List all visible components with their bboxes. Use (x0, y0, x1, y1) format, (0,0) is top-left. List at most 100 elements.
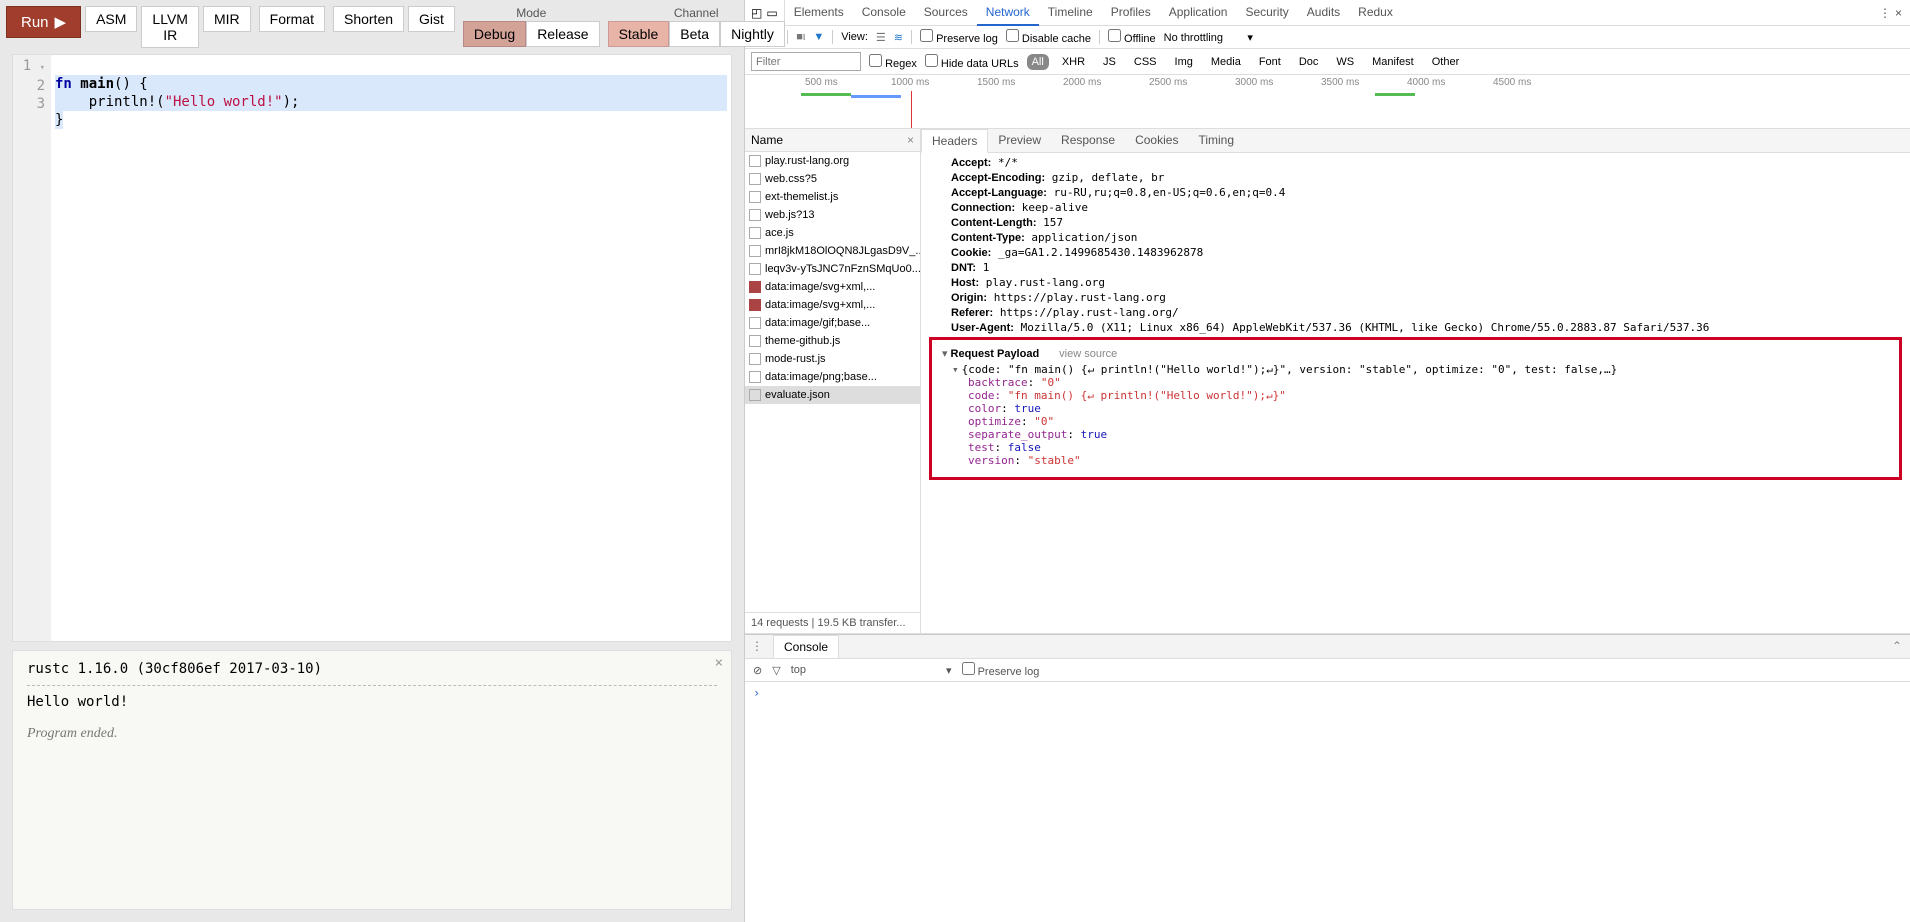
detail-tab-timing[interactable]: Timing (1188, 129, 1244, 152)
filter-css[interactable]: CSS (1129, 54, 1162, 70)
close-detail[interactable]: × (907, 133, 914, 147)
regex-check[interactable]: Regex (869, 54, 917, 70)
code-area[interactable]: fn main() { println!("Hello world!");} (51, 55, 731, 641)
request-item[interactable]: data:image/svg+xml,... (745, 296, 920, 314)
filter-img[interactable]: Img (1170, 54, 1198, 70)
filter-icon[interactable]: ▼ (813, 31, 824, 43)
request-item[interactable]: data:image/png;base... (745, 368, 920, 386)
name-header[interactable]: Name (751, 133, 783, 147)
filter-media[interactable]: Media (1206, 54, 1246, 70)
mir-button[interactable]: MIR (203, 6, 251, 32)
tab-elements[interactable]: Elements (785, 0, 853, 26)
view-list-icon[interactable]: ☰ (876, 31, 886, 44)
mode-group: Debug Release (463, 21, 600, 47)
tab-application[interactable]: Application (1160, 0, 1237, 26)
tab-timeline[interactable]: Timeline (1039, 0, 1102, 26)
request-item[interactable]: mode-rust.js (745, 350, 920, 368)
devtools-top: ◰ ▭ Elements Console Sources Network Tim… (745, 0, 1910, 26)
view-source-link[interactable]: view source (1059, 348, 1117, 360)
filter-font[interactable]: Font (1254, 54, 1286, 70)
gist-button[interactable]: Gist (408, 6, 455, 32)
request-item[interactable]: data:image/gif;base... (745, 314, 920, 332)
throttle-select[interactable]: No throttling ▾ (1164, 31, 1253, 44)
request-item[interactable]: leqv3v-yTsJNC7nFznSMqUo0... (745, 260, 920, 278)
request-item[interactable]: web.css?5 (745, 170, 920, 188)
asm-button[interactable]: ASM (85, 6, 137, 32)
offline-check[interactable]: Offline (1108, 29, 1156, 45)
request-item[interactable]: theme-github.js (745, 332, 920, 350)
play-icon: ▶ (55, 13, 67, 31)
filter-all[interactable]: All (1027, 54, 1049, 70)
filter-ws[interactable]: WS (1331, 54, 1359, 70)
format-button[interactable]: Format (259, 6, 325, 32)
console-body[interactable]: › (745, 682, 1910, 922)
tab-audits[interactable]: Audits (1298, 0, 1349, 26)
rustc-version: rustc 1.16.0 (30cf806ef 2017-03-10) (27, 661, 717, 677)
tab-security[interactable]: Security (1236, 0, 1297, 26)
toolbar: Run ▶ ASM LLVM IR MIR Format Shorten Gis… (0, 0, 744, 54)
detail-tab-preview[interactable]: Preview (988, 129, 1051, 152)
capture-icon[interactable]: ■ι (796, 31, 805, 43)
detail-tab-cookies[interactable]: Cookies (1125, 129, 1188, 152)
detail-tab-response[interactable]: Response (1051, 129, 1125, 152)
channel-beta[interactable]: Beta (669, 21, 720, 47)
devtools-tabs: Elements Console Sources Network Timelin… (785, 0, 1871, 26)
tab-redux[interactable]: Redux (1349, 0, 1402, 26)
tab-profiles[interactable]: Profiles (1102, 0, 1160, 26)
view-label: View: (841, 31, 868, 43)
filter-doc[interactable]: Doc (1294, 54, 1324, 70)
request-item[interactable]: ext-themelist.js (745, 188, 920, 206)
filter-input[interactable] (751, 52, 861, 71)
filter-manifest[interactable]: Manifest (1367, 54, 1419, 70)
filter-js[interactable]: JS (1098, 54, 1121, 70)
run-button[interactable]: Run ▶ (6, 6, 81, 38)
network-toolbar: ⊘ ■ι ▼ View: ☰ ≋ Preserve log Disable ca… (745, 26, 1910, 49)
collapse-drawer-icon[interactable]: ⌃ (1884, 635, 1910, 658)
view-waterfall-icon[interactable]: ≋ (894, 31, 903, 44)
gutter: 1 ▾ 2 3 (13, 55, 51, 641)
disable-cache-check[interactable]: Disable cache (1006, 29, 1091, 45)
close-output[interactable]: × (715, 655, 723, 671)
mode-debug[interactable]: Debug (463, 21, 526, 47)
request-item[interactable]: web.js?13 (745, 206, 920, 224)
playground-pane: Run ▶ ASM LLVM IR MIR Format Shorten Gis… (0, 0, 744, 922)
headers-body[interactable]: Accept: */* Accept-Encoding: gzip, defla… (921, 153, 1910, 633)
tab-network[interactable]: Network (977, 0, 1039, 26)
tab-console[interactable]: Console (853, 0, 915, 26)
detail-tab-headers[interactable]: Headers (921, 129, 988, 153)
filter-xhr[interactable]: XHR (1057, 54, 1090, 70)
program-output: Hello world! (27, 694, 717, 710)
tab-sources[interactable]: Sources (915, 0, 977, 26)
mode-release[interactable]: Release (526, 21, 599, 47)
output-panel: × rustc 1.16.0 (30cf806ef 2017-03-10) He… (12, 650, 732, 910)
request-item[interactable]: mrI8jkM18OlOQN8JLgasD9V_... (745, 242, 920, 260)
hide-data-urls[interactable]: Hide data URLs (925, 54, 1019, 70)
timeline[interactable]: 500 ms 1000 ms 1500 ms 2000 ms 2500 ms 3… (745, 75, 1910, 129)
clear-console-icon[interactable]: ⊘ (753, 664, 762, 677)
console-tab[interactable]: Console (773, 635, 839, 658)
request-item[interactable]: evaluate.json (745, 386, 920, 404)
request-item[interactable]: ace.js (745, 224, 920, 242)
channel-nightly[interactable]: Nightly (720, 21, 785, 47)
request-item[interactable]: play.rust-lang.org (745, 152, 920, 170)
channel-label: Channel (674, 6, 719, 20)
llvm-ir-button[interactable]: LLVM IR (141, 6, 199, 48)
request-summary: 14 requests | 19.5 KB transfer... (745, 612, 920, 633)
mode-label: Mode (516, 6, 546, 20)
filter-row: Regex Hide data URLs All XHR JS CSS Img … (745, 49, 1910, 75)
console-preserve-log[interactable]: Preserve log (962, 662, 1040, 678)
filter-other[interactable]: Other (1427, 54, 1465, 70)
request-item[interactable]: data:image/svg+xml,... (745, 278, 920, 296)
request-detail: Headers Preview Response Cookies Timing … (921, 129, 1910, 633)
filter-console-icon[interactable]: ▽ (772, 664, 780, 677)
code-editor[interactable]: 1 ▾ 2 3 fn main() { println!("Hello worl… (12, 54, 732, 642)
shorten-button[interactable]: Shorten (333, 6, 404, 32)
context-select[interactable]: top (791, 664, 806, 676)
console-drawer: ⋮ Console ⌃ ⊘ ▽ top ▾ Preserve log › (745, 634, 1910, 922)
close-devtools[interactable]: × (1895, 6, 1902, 20)
preserve-log-check[interactable]: Preserve log (920, 29, 998, 45)
devtools-pane: ◰ ▭ Elements Console Sources Network Tim… (744, 0, 1910, 922)
drawer-menu-icon[interactable]: ⋮ (745, 635, 769, 658)
kebab-icon[interactable]: ⋮ (1879, 6, 1891, 20)
channel-stable[interactable]: Stable (608, 21, 670, 47)
